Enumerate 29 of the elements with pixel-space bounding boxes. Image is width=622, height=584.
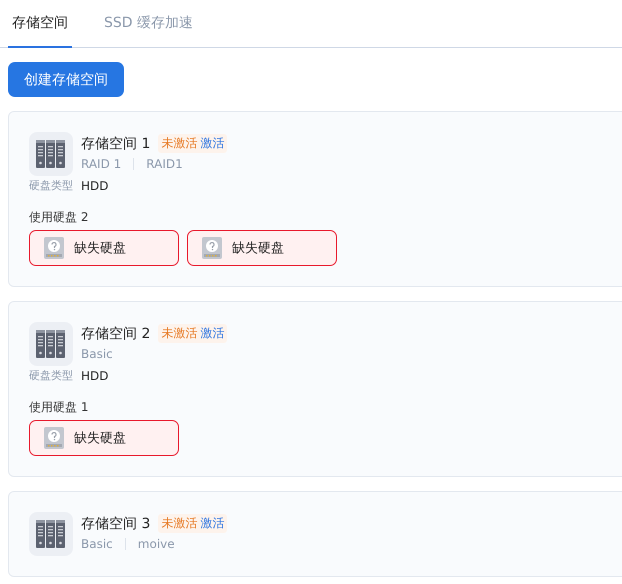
status-text: 未激活 <box>161 515 198 532</box>
raid-label: Basic <box>81 347 113 361</box>
space-title: 存储空间 3 <box>81 514 150 532</box>
server-icon <box>36 520 66 548</box>
disks-label: 使用硬盘 2 <box>29 209 90 226</box>
raid-label: Basic <box>81 537 113 551</box>
disk-type-value: HDD <box>81 178 109 192</box>
activate-link[interactable]: 激活 <box>200 325 224 342</box>
status-text: 未激活 <box>161 325 198 342</box>
space-title: 存储空间 2 <box>81 324 150 342</box>
activate-link[interactable]: 激活 <box>200 515 224 532</box>
raid-label: RAID1 <box>146 157 183 171</box>
disk-type-label: 硬盘类型 <box>29 368 73 383</box>
status-text: 未激活 <box>161 135 198 152</box>
server-icon <box>36 140 66 168</box>
create-button[interactable]: 创建存储空间 <box>8 62 124 97</box>
disk-type-label: 硬盘类型 <box>29 178 73 193</box>
disk-label: 缺失硬盘 <box>74 240 126 257</box>
server-icon <box>36 330 66 358</box>
raid-label: moive <box>138 537 175 551</box>
tab[interactable]: 存储空间 <box>8 0 72 48</box>
disk-label: 缺失硬盘 <box>74 430 126 447</box>
space-title: 存储空间 1 <box>81 134 150 152</box>
raid-label: RAID 1 <box>81 157 122 171</box>
disk-type-value: HDD <box>81 368 109 382</box>
activate-link[interactable]: 激活 <box>200 135 224 152</box>
disk-label: 缺失硬盘 <box>232 240 284 257</box>
tab[interactable]: SSD 缓存加速 <box>100 0 198 48</box>
disks-label: 使用硬盘 1 <box>29 399 90 416</box>
